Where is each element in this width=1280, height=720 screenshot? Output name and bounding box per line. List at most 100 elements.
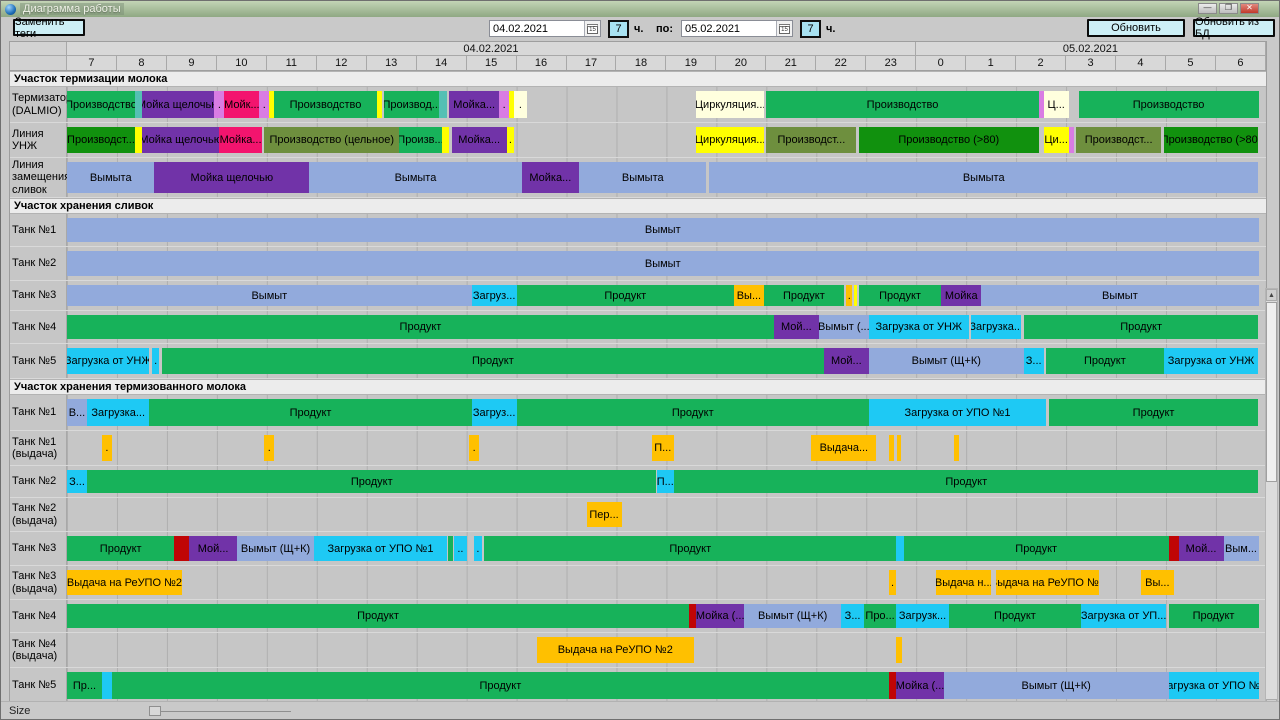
calendar-icon[interactable]: 15 (584, 21, 600, 36)
scrollbar-thumb[interactable] (1266, 302, 1277, 482)
hours-unit-label: ч. (634, 23, 643, 35)
hour-tick: 14 (417, 56, 467, 70)
timeline-row: Танк №3ВымытЗагруз...ПродуктВы...Продукт… (10, 281, 1266, 311)
hour-tick: 23 (866, 56, 916, 70)
gantt-bar: Продукт (859, 285, 941, 306)
gantt-bar: Продукт (484, 536, 896, 561)
gantt-bar: Продукт (67, 315, 774, 339)
section-header: Участок хранения термизованного молока (10, 379, 1266, 395)
gantt-bar (377, 91, 382, 118)
gantt-bar: З... (841, 604, 863, 628)
gantt-bar: Мойка щелочью (154, 162, 309, 193)
row-plot: ПроизводствоМойка щелочью.Мойк....Произв… (67, 87, 1266, 122)
row-plot: Вымыт (67, 214, 1266, 246)
hour-header-row: 78910111213141516171819202122230123456 (10, 56, 1266, 71)
row-label: Танк №3 (10, 532, 67, 565)
gantt-bar: В... (67, 399, 87, 426)
row-label: Танк №5 (10, 668, 67, 703)
gantt-bar: Продукт (1024, 315, 1259, 339)
hour-tick: 17 (567, 56, 617, 70)
gantt-bar: Продукт (149, 399, 471, 426)
size-slider-track[interactable] (151, 711, 291, 712)
calendar-icon[interactable]: 15 (776, 21, 792, 36)
gantt-bar: З... (67, 470, 87, 493)
gantt-bar (1069, 127, 1074, 153)
row-label: Танк №1 (выдача) (10, 431, 67, 465)
gantt-bar: Выдача на РеУПО №2 (996, 570, 1098, 595)
timeline-row: Танк №1 (выдача)...П...Выдача... (10, 431, 1266, 466)
gantt-bar: Производство (1079, 91, 1259, 118)
hour-tick: 12 (317, 56, 367, 70)
timeline-row: Танк №1В...Загрузка...ПродуктЗагруз...Пр… (10, 395, 1266, 431)
gantt-bar: Загрузка от УНЖ (1164, 348, 1259, 374)
gantt-bar: Продукт (67, 536, 174, 561)
gantt-bar: Продукт (1049, 399, 1259, 426)
hour-tick: 4 (1116, 56, 1166, 70)
row-plot: ПродуктМой...Вымыт (Щ+К)Загрузка от УПО … (67, 532, 1266, 565)
row-plot: Пер... (67, 498, 1266, 531)
gantt-bar: Продукт (517, 285, 734, 306)
gantt-bar: Пр... (67, 672, 102, 699)
hour-tick: 13 (367, 56, 417, 70)
refresh-button[interactable]: Обновить (1087, 19, 1185, 37)
gantt-bar: Производство (67, 91, 135, 118)
gantt-bar (135, 91, 142, 118)
hour-tick: 2 (1016, 56, 1066, 70)
hour-tick: 10 (217, 56, 267, 70)
gantt-bar: П... (657, 470, 674, 493)
gantt-bar: Мойк... (224, 91, 259, 118)
gantt-bar: . (474, 536, 481, 561)
gantt-bar: Загрузка от УП... (1081, 604, 1166, 628)
maximize-icon[interactable]: ❐ (1219, 3, 1238, 14)
gantt-bar: Вымыт (Щ+К) (944, 672, 1169, 699)
size-slider-thumb[interactable] (149, 706, 161, 716)
minimize-icon[interactable]: — (1198, 3, 1217, 14)
gantt-bar: . (152, 348, 159, 374)
hour-tick: 6 (1216, 56, 1266, 70)
day2-header: 05.02.2021 (916, 42, 1266, 55)
timeline-row: Танк №5Пр...ПродуктМойка (...Вымыт (Щ+К)… (10, 668, 1266, 704)
gantt-bar: Про... (864, 604, 896, 628)
gantt-bar: Загрузка от УНЖ (869, 315, 969, 339)
gantt-bar: . (469, 435, 479, 461)
gantt-bar: Выдача на РеУПО №2 (537, 637, 694, 663)
vertical-scrollbar[interactable]: ▲ ▼ (1265, 288, 1278, 712)
gantt-bar: Вымыта (579, 162, 706, 193)
row-label: Танк №2 (10, 247, 67, 280)
gantt-bar: Вымыт (Щ+К) (869, 348, 1024, 374)
timeline-row: Танк №1Вымыт (10, 214, 1266, 247)
gantt-bar: . (102, 435, 112, 461)
to-label: по: (656, 23, 673, 35)
section-header: Участок хранения сливок (10, 198, 1266, 214)
date-to-input[interactable] (682, 21, 776, 36)
gantt-bar: . (499, 91, 509, 118)
header-corner (10, 56, 67, 70)
gantt-bar: Продукт (1169, 604, 1259, 628)
close-icon[interactable]: ✕ (1240, 3, 1259, 14)
gantt-bar: Мойка... (452, 127, 507, 153)
gantt-bar (135, 127, 142, 153)
row-plot: З...ПродуктП...Продукт (67, 466, 1266, 497)
gantt-bar: П... (652, 435, 674, 461)
gantt-bar: .. (454, 536, 466, 561)
date-from-input[interactable] (490, 21, 584, 36)
hour-tick: 21 (766, 56, 816, 70)
window-controls: — ❐ ✕ (1198, 3, 1259, 14)
hours-from-field[interactable]: 7 (608, 20, 629, 38)
hours-to-field[interactable]: 7 (800, 20, 821, 38)
gantt-bar: Продукт (112, 672, 889, 699)
refresh-from-db-button[interactable]: Обновить из БД (1193, 19, 1275, 37)
gantt-bar: Вымыт (67, 251, 1259, 276)
row-label: Танк №1 (10, 395, 67, 430)
gantt-bar: Вымыта (67, 162, 154, 193)
scroll-up-icon[interactable]: ▲ (1266, 289, 1277, 301)
gantt-bar: Загрузка от УПО №1 (869, 399, 1046, 426)
day1-header: 04.02.2021 (67, 42, 916, 55)
gantt-bar: . (507, 127, 514, 153)
status-bar: Size (1, 701, 1279, 719)
gantt-bar: Производство (цельное) (264, 127, 399, 153)
date-header-row: 04.02.202105.02.2021 (10, 42, 1266, 56)
replace-tags-button[interactable]: Заменить теги (13, 19, 85, 36)
gantt-bar: Производство (274, 91, 376, 118)
gantt-bar: Продукт (904, 536, 1169, 561)
